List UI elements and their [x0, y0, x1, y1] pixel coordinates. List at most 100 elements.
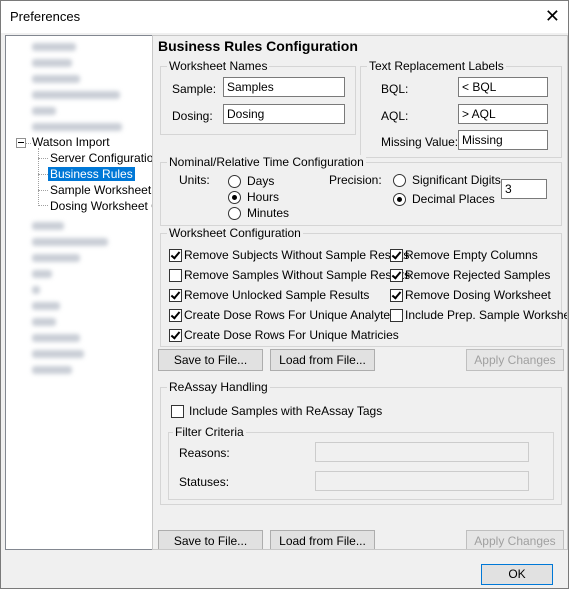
sample-label: Sample:	[172, 82, 217, 96]
remove-samples-label: Remove Samples Without Sample Results	[184, 268, 411, 282]
blurred-tree-item	[32, 366, 72, 374]
collapse-icon[interactable]	[16, 138, 26, 148]
apply-changes-button[interactable]: Apply Changes	[466, 349, 564, 371]
tree-connector	[38, 190, 48, 191]
blurred-tree-item	[32, 107, 56, 115]
remove-unlocked-label: Remove Unlocked Sample Results	[184, 288, 370, 302]
significant-digits-radio[interactable]	[393, 174, 406, 187]
include-reassay-checkbox[interactable]	[171, 405, 184, 418]
days-label: Days	[247, 174, 275, 188]
time-config-group: Nominal/Relative Time Configuration Unit…	[160, 155, 562, 226]
filter-criteria-group: Filter Criteria Reasons: Statuses:	[168, 425, 554, 500]
save-to-file-button[interactable]: Save to File...	[158, 349, 263, 371]
blurred-tree-item	[32, 254, 80, 262]
settings-tree[interactable]: Watson Import Server Configuration Busin…	[5, 35, 153, 550]
blurred-tree-item	[32, 75, 80, 83]
statuses-label: Statuses:	[179, 475, 230, 489]
minutes-radio[interactable]	[228, 207, 241, 220]
bql-label: BQL:	[381, 82, 409, 96]
days-radio[interactable]	[228, 175, 241, 188]
worksheet-names-group: Worksheet Names Sample: Samples Dosing: …	[160, 59, 356, 135]
include-reassay-label: Include Samples with ReAssay Tags	[189, 404, 383, 418]
remove-dosing-worksheet-checkbox[interactable]	[390, 289, 403, 302]
remove-unlocked-checkbox[interactable]	[169, 289, 182, 302]
blurred-tree-item	[32, 350, 84, 358]
dose-rows-analytes-checkbox[interactable]	[169, 309, 182, 322]
missing-value-input[interactable]: Missing	[458, 130, 548, 150]
tree-item-dosing-worksheet[interactable]: Dosing Worksheet C	[50, 199, 152, 213]
include-prep-sample-label: Include Prep. Sample Worksheet	[405, 308, 568, 322]
tree-connector	[26, 143, 31, 144]
bql-input[interactable]: < BQL	[458, 77, 548, 97]
dose-rows-matricies-label: Create Dose Rows For Unique Matricies	[184, 328, 399, 342]
blurred-tree-item	[32, 91, 120, 99]
reasons-input[interactable]	[315, 442, 529, 462]
dosing-label: Dosing:	[172, 109, 213, 123]
worksheet-config-title: Worksheet Configuration	[167, 226, 303, 240]
blurred-tree-item	[32, 302, 60, 310]
blurred-tree-item	[32, 59, 72, 67]
aql-input[interactable]: > AQL	[458, 104, 548, 124]
blurred-tree-item	[32, 123, 122, 131]
reassay-group: ReAssay Handling Include Samples with Re…	[160, 380, 562, 505]
remove-rejected-checkbox[interactable]	[390, 269, 403, 282]
sample-worksheet-input[interactable]: Samples	[223, 77, 345, 97]
ok-button[interactable]: OK	[481, 564, 553, 585]
text-replacement-title: Text Replacement Labels	[367, 59, 506, 73]
reassay-title: ReAssay Handling	[167, 380, 270, 394]
precision-label: Precision:	[329, 173, 382, 187]
tree-connector	[38, 205, 48, 206]
save-to-file-button-bottom[interactable]: Save to File...	[158, 530, 263, 549]
significant-digits-label: Significant Digits	[412, 173, 501, 187]
reasons-label: Reasons:	[179, 446, 230, 460]
blurred-tree-item	[32, 238, 108, 246]
aql-label: AQL:	[381, 109, 409, 123]
business-rules-panel: Business Rules Configuration Worksheet N…	[152, 35, 568, 550]
decimal-places-label: Decimal Places	[412, 192, 495, 206]
include-prep-sample-checkbox[interactable]	[390, 309, 403, 322]
window-title: Preferences	[10, 9, 81, 24]
title-bar: Preferences ✕	[1, 1, 568, 33]
remove-empty-columns-label: Remove Empty Columns	[405, 248, 538, 262]
minutes-label: Minutes	[247, 206, 290, 220]
remove-subjects-label: Remove Subjects Without Sample Results	[184, 248, 410, 262]
remove-rejected-label: Remove Rejected Samples	[405, 268, 551, 282]
hours-label: Hours	[247, 190, 280, 204]
tree-item-sample-worksheet[interactable]: Sample Worksheet C	[50, 183, 152, 197]
preferences-window: Preferences ✕ Watson Import Server Confi…	[0, 0, 569, 589]
remove-subjects-checkbox[interactable]	[169, 249, 182, 262]
tree-item-server-configuration[interactable]: Server Configuration	[50, 151, 152, 165]
blurred-tree-item	[32, 43, 76, 51]
page-title: Business Rules Configuration	[158, 38, 358, 54]
blurred-tree-item	[32, 270, 52, 278]
blurred-tree-item	[32, 334, 80, 342]
blurred-tree-item	[32, 286, 40, 294]
time-config-title: Nominal/Relative Time Configuration	[167, 155, 366, 169]
tree-item-watson-import[interactable]: Watson Import	[32, 135, 110, 149]
hours-radio[interactable]	[228, 191, 241, 204]
tree-item-business-rules[interactable]: Business Rules	[48, 167, 135, 181]
missing-value-label: Missing Value:	[381, 135, 459, 149]
worksheet-config-group: Worksheet Configuration Remove Subjects …	[160, 226, 567, 347]
dose-rows-matricies-checkbox[interactable]	[169, 329, 182, 342]
units-label: Units:	[179, 173, 210, 187]
text-replacement-group: Text Replacement Labels BQL: < BQL AQL: …	[360, 59, 562, 158]
precision-value-input[interactable]: 3	[501, 179, 547, 199]
tree-connector	[38, 174, 48, 175]
worksheet-names-title: Worksheet Names	[167, 59, 270, 73]
dosing-worksheet-input[interactable]: Dosing	[223, 104, 345, 124]
statuses-input[interactable]	[315, 471, 529, 491]
blurred-tree-item	[32, 222, 64, 230]
tree-connector	[38, 148, 39, 204]
remove-samples-checkbox[interactable]	[169, 269, 182, 282]
close-icon[interactable]: ✕	[545, 7, 560, 25]
blurred-tree-item	[32, 318, 56, 326]
remove-empty-columns-checkbox[interactable]	[390, 249, 403, 262]
filter-criteria-title: Filter Criteria	[173, 425, 246, 439]
dose-rows-analytes-label: Create Dose Rows For Unique Analytes	[184, 308, 397, 322]
tree-connector	[38, 158, 48, 159]
load-from-file-button-bottom[interactable]: Load from File...	[270, 530, 375, 549]
load-from-file-button[interactable]: Load from File...	[270, 349, 375, 371]
decimal-places-radio[interactable]	[393, 193, 406, 206]
apply-changes-button-bottom[interactable]: Apply Changes	[466, 530, 564, 549]
